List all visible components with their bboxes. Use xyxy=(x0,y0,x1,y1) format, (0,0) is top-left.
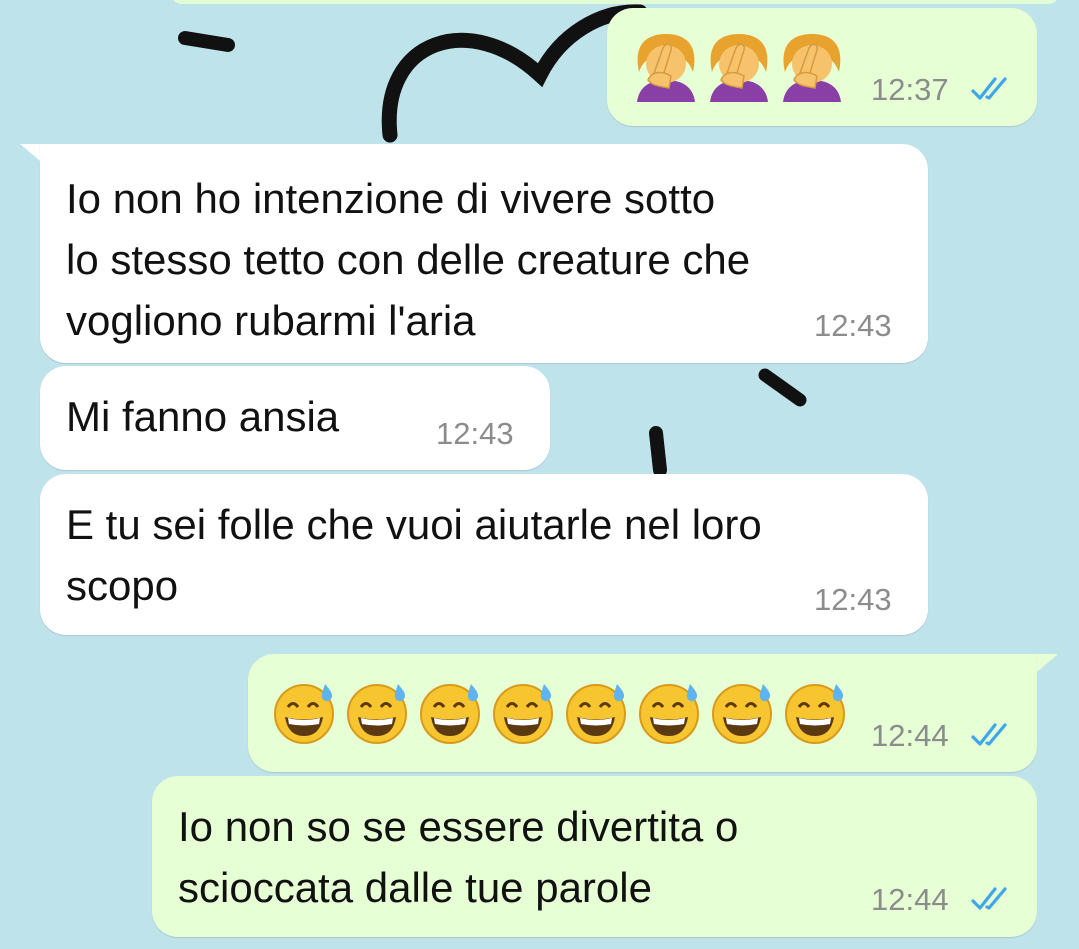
outgoing-message[interactable]: 12:37 xyxy=(607,8,1037,126)
message-timestamp: 12:37 xyxy=(871,72,949,107)
facepalm-emoji xyxy=(637,34,695,102)
message-text: Io non ho intenzione di vivere sotto lo … xyxy=(66,175,751,344)
outgoing-message[interactable]: Io non so se essere divertita o scioccat… xyxy=(152,776,1037,937)
facepalm-emoji xyxy=(783,34,841,102)
grinning-sweat-emoji xyxy=(420,684,480,744)
incoming-message[interactable]: Mi fanno ansia 12:43 xyxy=(40,366,550,470)
grinning-sweat-emoji xyxy=(785,684,845,744)
read-double-tick-icon xyxy=(971,723,1007,746)
emoji-row xyxy=(633,32,852,102)
read-double-tick-icon xyxy=(971,77,1007,100)
grinning-sweat-emoji xyxy=(712,684,772,744)
message-text: E tu sei folle che vuoi aiutarle nel lor… xyxy=(66,501,762,609)
emoji-row xyxy=(272,680,856,744)
message-timestamp: 12:43 xyxy=(436,416,514,451)
facepalm-emoji xyxy=(710,34,768,102)
message-timestamp: 12:43 xyxy=(814,308,892,343)
grinning-sweat-emoji xyxy=(493,684,553,744)
message-timestamp: 12:44 xyxy=(871,718,949,753)
message-timestamp: 12:44 xyxy=(871,882,949,917)
message-timestamp: 12:43 xyxy=(814,582,892,617)
message-text: Io non so se essere divertita o scioccat… xyxy=(178,803,739,911)
incoming-message[interactable]: E tu sei folle che vuoi aiutarle nel lor… xyxy=(40,474,928,635)
incoming-message[interactable]: Io non ho intenzione di vivere sotto lo … xyxy=(40,144,928,363)
grinning-sweat-emoji xyxy=(639,684,699,744)
message-text: Mi fanno ansia xyxy=(66,393,340,440)
read-double-tick-icon xyxy=(971,887,1007,910)
outgoing-message[interactable]: 12:44 xyxy=(248,654,1037,772)
grinning-sweat-emoji xyxy=(566,684,626,744)
grinning-sweat-emoji xyxy=(274,684,334,744)
grinning-sweat-emoji xyxy=(347,684,407,744)
